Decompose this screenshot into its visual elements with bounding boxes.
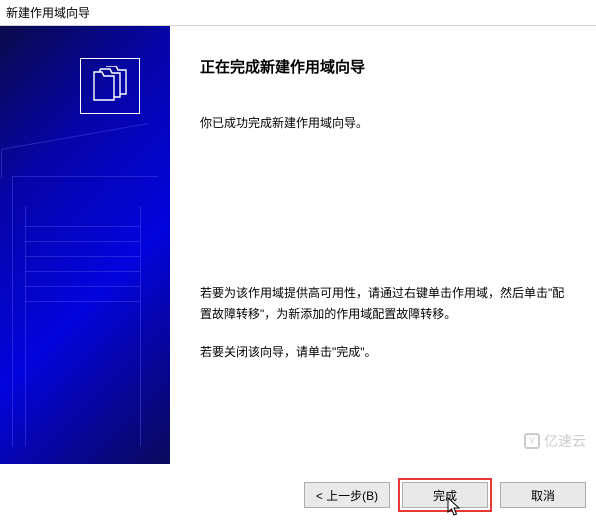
watermark-icon: Y	[524, 433, 540, 449]
finish-button[interactable]: 完成	[402, 482, 488, 508]
watermark: Y 亿速云	[524, 431, 586, 451]
wizard-main: 正在完成新建作用域向导 你已成功完成新建作用域向导。 若要为该作用域提供高可用性…	[170, 26, 596, 466]
wizard-sidebar	[0, 26, 170, 464]
watermark-text: 亿速云	[544, 431, 586, 451]
close-instruction: 若要关闭该向导，请单击"完成"。	[200, 342, 566, 362]
back-button[interactable]: < 上一步(B)	[304, 482, 390, 508]
window-title: 新建作用域向导	[6, 4, 90, 21]
folders-icon	[80, 58, 140, 114]
success-message: 你已成功完成新建作用域向导。	[200, 113, 566, 133]
wizard-content: 正在完成新建作用域向导 你已成功完成新建作用域向导。 若要为该作用域提供高可用性…	[0, 26, 596, 466]
page-heading: 正在完成新建作用域向导	[200, 56, 566, 77]
wizard-button-row: < 上一步(B) 完成 取消	[304, 478, 586, 512]
window-titlebar: 新建作用域向导	[0, 0, 596, 26]
finish-highlight: 完成	[398, 478, 492, 512]
cancel-button[interactable]: 取消	[500, 482, 586, 508]
ha-instruction: 若要为该作用域提供高可用性，请通过右键单击作用域，然后单击"配置故障转移"，为新…	[200, 283, 566, 324]
finish-button-label: 完成	[433, 489, 457, 503]
